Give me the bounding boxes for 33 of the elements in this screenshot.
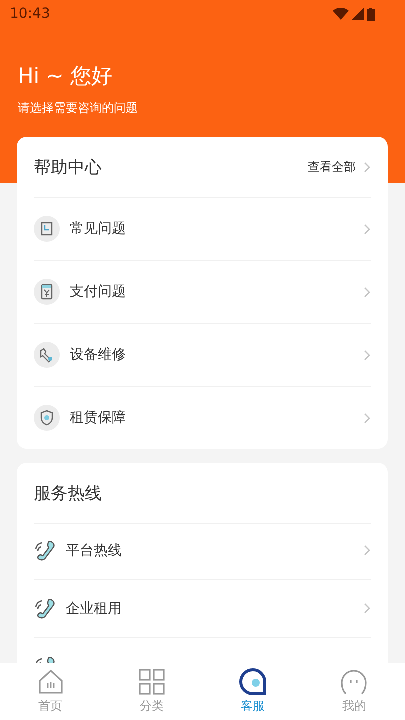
help-item[interactable]: 支付问题 [34, 261, 371, 324]
receipt-icon [41, 284, 53, 300]
signal-icon [352, 8, 364, 20]
battery-icon [367, 8, 375, 20]
tab[interactable]: 客服 [202, 663, 304, 720]
help-item[interactable]: 设备维修 [34, 324, 371, 387]
help-item[interactable]: 租赁保障 [34, 387, 371, 449]
chevron-icon [364, 162, 371, 172]
section-title: 服务热线 [34, 482, 102, 504]
phone-icon [34, 596, 58, 620]
hotline-item[interactable]: 平台热线 [34, 522, 371, 580]
chevron-icon [364, 350, 371, 360]
face-icon [340, 668, 368, 696]
help-item[interactable]: 常见问题 [34, 198, 371, 261]
chevron-icon [364, 603, 371, 614]
section-title: 帮助中心 [34, 156, 102, 178]
chevron-icon [364, 545, 371, 556]
home-icon [36, 668, 65, 696]
subtitle: 请选择需要咨询的问题 [18, 100, 138, 117]
hotline-item[interactable]: 企业租用 [34, 580, 371, 638]
chevron-icon [364, 224, 371, 234]
shield-icon [40, 410, 54, 426]
book-icon [41, 222, 53, 236]
grid-icon [138, 668, 166, 696]
chat-bubble-icon [239, 668, 268, 696]
chevron-icon [364, 286, 371, 298]
status-time: 10:43 [10, 6, 50, 22]
wrench-icon [39, 347, 55, 363]
phone-icon [34, 538, 58, 562]
greeting: Hi ~ 您好 [18, 63, 113, 90]
wifi-icon [333, 8, 349, 20]
view-all-link[interactable]: 查看全部 [308, 158, 371, 176]
chevron-icon [364, 412, 371, 424]
